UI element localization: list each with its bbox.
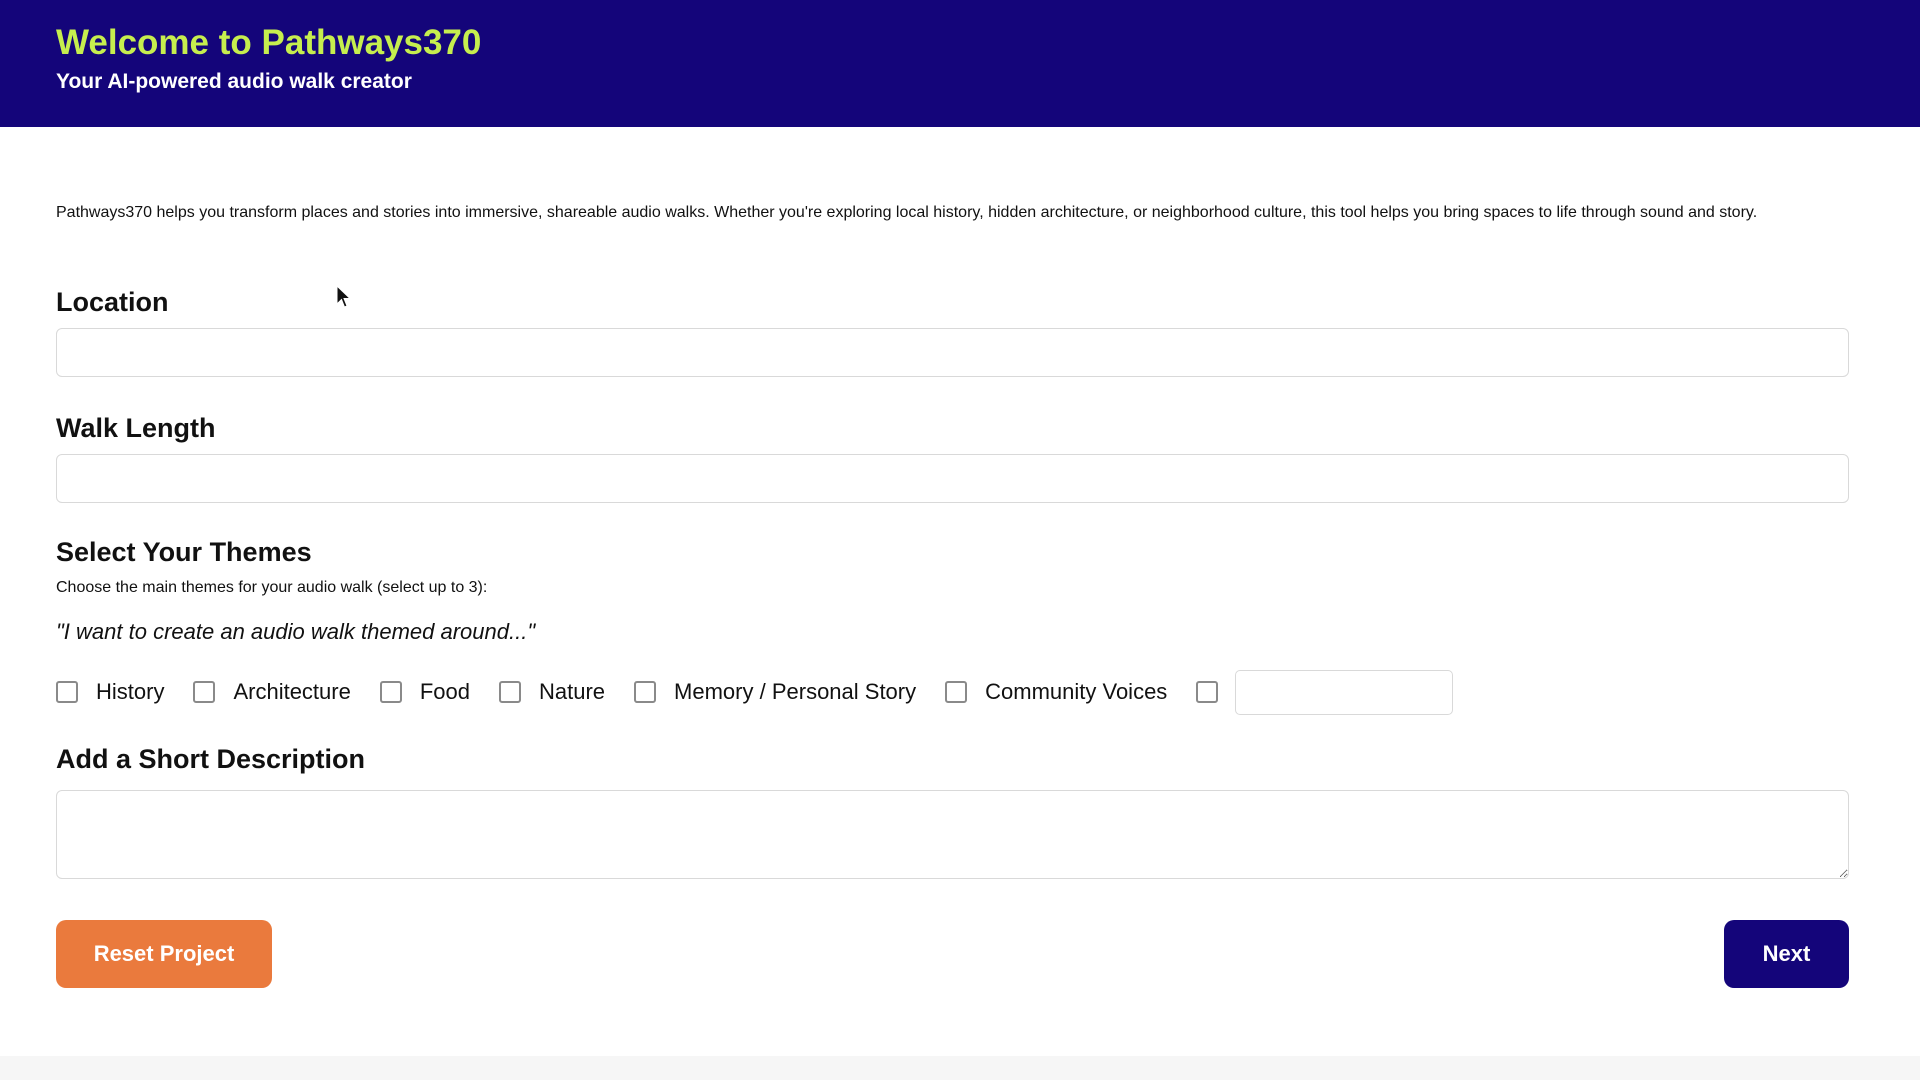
theme-label-architecture: Architecture [233, 679, 351, 704]
reset-project-button[interactable]: Reset Project [56, 920, 272, 988]
theme-checkbox-food[interactable] [379, 681, 402, 703]
theme-option-food[interactable]: Food [379, 678, 470, 706]
theme-option-other [1196, 669, 1454, 715]
theme-checkbox-memory[interactable] [634, 681, 657, 703]
mouse-cursor-icon [336, 285, 352, 308]
location-label: Location [56, 287, 169, 317]
theme-label-food: Food [419, 679, 470, 704]
themes-help-text: Choose the main themes for your audio wa… [56, 579, 488, 596]
theme-options: History Architecture Food Nature Memory … [56, 669, 1454, 715]
intro-text: Pathways370 helps you transform places a… [56, 204, 1758, 221]
theme-label-nature: Nature [539, 679, 606, 704]
theme-checkbox-history[interactable] [56, 681, 78, 703]
theme-checkbox-nature[interactable] [499, 681, 521, 703]
theme-label-community-voices: Community Voices [985, 679, 1168, 704]
theme-checkbox-other[interactable] [1196, 681, 1219, 703]
themes-heading: Select Your Themes [56, 537, 312, 567]
theme-option-nature[interactable]: Nature [499, 678, 605, 706]
description-heading: Add a Short Description [56, 744, 366, 774]
theme-label-memory: Memory / Personal Story [674, 679, 917, 704]
theme-option-community-voices[interactable]: Community Voices [945, 678, 1167, 706]
walk-length-label: Walk Length [56, 413, 216, 443]
themes-prompt: "I want to create an audio walk themed a… [56, 619, 536, 644]
theme-checkbox-architecture[interactable] [193, 681, 216, 703]
theme-checkbox-community-voices[interactable] [945, 681, 968, 703]
app-header: Welcome to Pathways370 Your AI-powered a… [0, 0, 1920, 127]
description-textarea[interactable] [56, 790, 1849, 879]
app-subtitle: Your AI-powered audio walk creator [56, 70, 412, 93]
footer-band [0, 1056, 1920, 1080]
theme-option-memory[interactable]: Memory / Personal Story [634, 678, 916, 706]
theme-other-input[interactable] [1235, 669, 1454, 715]
app-title: Welcome to Pathways370 [56, 23, 482, 62]
location-input[interactable] [56, 328, 1849, 377]
theme-label-history: History [96, 679, 165, 704]
next-button[interactable]: Next [1724, 920, 1849, 988]
theme-option-history[interactable]: History [56, 678, 164, 706]
theme-option-architecture[interactable]: Architecture [193, 678, 351, 706]
walk-length-input[interactable] [56, 454, 1849, 503]
